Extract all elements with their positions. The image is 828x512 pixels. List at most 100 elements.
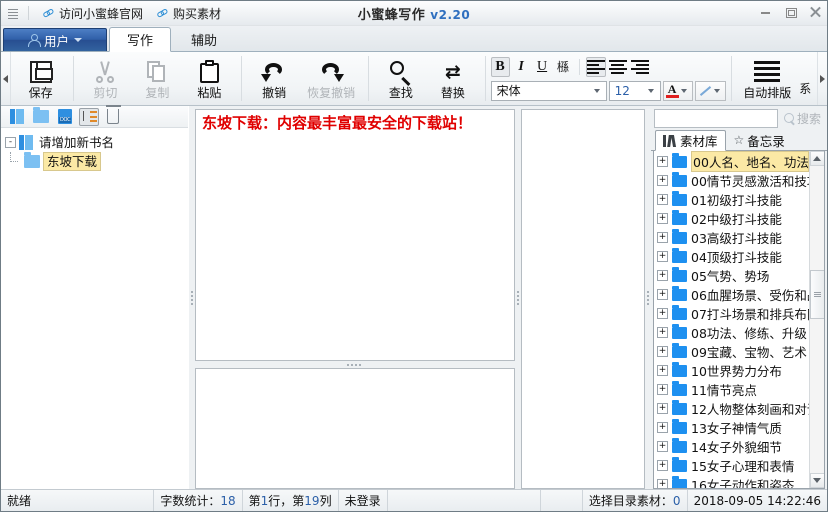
tab-memo[interactable]: ☆ 备忘录 <box>726 130 793 150</box>
scrollbar-track[interactable] <box>809 166 824 473</box>
material-list-item[interactable]: +03高级打斗技能 <box>654 228 809 247</box>
tree-expander[interactable]: + <box>657 175 668 186</box>
copy-button[interactable]: 复制 <box>131 54 183 104</box>
tab-material-library[interactable]: 素材库 <box>655 130 726 151</box>
tree-expander[interactable]: + <box>657 403 668 414</box>
tree-child-row[interactable]: 东坡下载 <box>5 152 188 171</box>
material-list-item[interactable]: +10世界势力分布 <box>654 361 809 380</box>
save-button[interactable]: 保存 <box>15 54 67 104</box>
tree-expander[interactable]: + <box>657 289 668 300</box>
material-list-item[interactable]: +05气势、势场 <box>654 266 809 285</box>
font-size-select[interactable]: 12 <box>608 80 661 101</box>
material-list-item[interactable]: +13女子神情气质 <box>654 418 809 437</box>
material-list-item[interactable]: +00情节灵感激活和技巧 <box>654 171 809 190</box>
tree-expander[interactable]: + <box>657 479 668 488</box>
material-list-item[interactable]: +04顶级打斗技能 <box>654 247 809 266</box>
material-list-item[interactable]: +01初级打斗技能 <box>654 190 809 209</box>
scroll-up-button[interactable] <box>809 151 824 166</box>
line-suffix: 行，第 <box>268 494 305 508</box>
undo-button[interactable]: 撤销 <box>248 54 300 104</box>
maximize-icon[interactable] <box>783 4 798 19</box>
tree-expander[interactable]: + <box>657 270 668 281</box>
tree-root-row[interactable]: - 请增加新书名 <box>5 133 188 152</box>
material-list-item[interactable]: +12人物整体刻画和对话 <box>654 399 809 418</box>
material-list-item-label: 13女子神情气质 <box>691 421 782 436</box>
tree-expander[interactable]: - <box>5 137 16 148</box>
outline-toggle-button[interactable] <box>79 107 99 126</box>
search-button[interactable]: 搜索 <box>781 110 824 127</box>
material-list-item[interactable]: +16女子动作和姿态 <box>654 475 809 488</box>
new-folder-button[interactable] <box>31 107 51 126</box>
cut-button[interactable]: 剪切 <box>79 54 131 104</box>
format-style-row: B I U 槂 <box>490 56 726 77</box>
editor-bottom-pane[interactable] <box>195 368 515 489</box>
splitter-grip <box>647 290 649 305</box>
undo-label: 撤销 <box>262 85 287 100</box>
tree-expander[interactable]: + <box>657 365 668 376</box>
tree-expander[interactable]: + <box>657 384 668 395</box>
material-list-item[interactable]: +08功法、修练、升级 <box>654 323 809 342</box>
tree-expander[interactable]: + <box>657 422 668 433</box>
tree-expander[interactable]: + <box>657 460 668 471</box>
italic-button[interactable]: I <box>512 57 531 77</box>
scrollbar-thumb[interactable] <box>809 270 824 320</box>
ribbon-overflow-item[interactable]: 系 <box>797 54 813 104</box>
auto-layout-button[interactable]: 自动排版 <box>737 54 797 104</box>
material-list-item-label: 00人名、地名、功法名 <box>691 151 809 172</box>
align-right-button[interactable] <box>630 57 650 77</box>
material-list-item[interactable]: +14女子外貌细节 <box>654 437 809 456</box>
tree-expander[interactable]: + <box>657 156 668 167</box>
user-button[interactable]: 用户 <box>3 28 107 51</box>
chevron-down-icon[interactable] <box>712 88 723 93</box>
replace-button[interactable]: ⇄ 替换 <box>427 54 479 104</box>
underline-button[interactable]: U <box>533 57 552 77</box>
new-book-button[interactable] <box>7 108 27 126</box>
strikethrough-button[interactable]: 槂 <box>554 57 573 77</box>
material-list-item[interactable]: +00人名、地名、功法名 <box>654 151 809 172</box>
tree-expander[interactable]: + <box>657 251 668 262</box>
status-login[interactable]: 未登录 <box>339 490 388 511</box>
ribbon-group-clipboard: 剪切 复制 粘贴 <box>75 52 239 105</box>
redo-button[interactable]: 恢复撤销 <box>300 54 362 104</box>
tree-expander[interactable]: + <box>657 346 668 357</box>
splitter-editor-horizontal[interactable] <box>195 361 515 368</box>
middle-pane-content[interactable] <box>521 109 645 489</box>
tree-expander[interactable]: + <box>657 213 668 224</box>
divider <box>368 56 369 101</box>
highlight-button[interactable] <box>694 80 726 101</box>
editor-top-pane[interactable]: 东坡下载：内容最丰富最安全的下载站！ <box>195 109 515 361</box>
align-left-button[interactable] <box>585 56 606 77</box>
font-color-button[interactable]: A <box>662 80 693 101</box>
chevron-down-icon[interactable] <box>679 88 690 93</box>
material-list-item[interactable]: +11情节亮点 <box>654 380 809 399</box>
tab-assist[interactable]: 辅助 <box>173 27 235 51</box>
material-list-item[interactable]: +09宝藏、宝物、艺术 <box>654 342 809 361</box>
bold-button[interactable]: B <box>490 56 510 77</box>
paste-button[interactable]: 粘贴 <box>183 54 235 104</box>
tree-expander[interactable]: + <box>657 327 668 338</box>
scroll-down-button[interactable] <box>809 473 824 488</box>
material-list-item[interactable]: +15女子心理和表情 <box>654 456 809 475</box>
search-input[interactable] <box>654 108 778 128</box>
official-site-link[interactable]: 访问小蜜蜂官网 <box>38 3 148 23</box>
tab-writing[interactable]: 写作 <box>109 27 172 52</box>
ribbon-scroll-right[interactable] <box>817 52 827 105</box>
new-document-button[interactable] <box>55 108 75 126</box>
close-icon[interactable] <box>808 4 823 19</box>
font-name-select[interactable]: 宋体 <box>490 80 607 101</box>
find-button[interactable]: 查找 <box>375 54 427 104</box>
align-center-button[interactable] <box>608 57 628 77</box>
delete-button[interactable] <box>103 105 123 126</box>
material-list-item[interactable]: +06血腥场景、受伤和战斗 <box>654 285 809 304</box>
tree-expander[interactable]: + <box>657 194 668 205</box>
tree-expander[interactable]: + <box>657 308 668 319</box>
material-list-item[interactable]: +07打斗场景和排兵布阵 <box>654 304 809 323</box>
hamburger-icon[interactable] <box>7 8 19 19</box>
minimize-icon[interactable] <box>758 4 773 19</box>
material-list-item[interactable]: +02中级打斗技能 <box>654 209 809 228</box>
buy-material-link[interactable]: 购买素材 <box>152 3 226 23</box>
ribbon-scroll-left[interactable] <box>1 52 11 105</box>
material-scrollbar[interactable] <box>809 151 824 488</box>
tree-expander[interactable]: + <box>657 232 668 243</box>
tree-expander[interactable]: + <box>657 441 668 452</box>
